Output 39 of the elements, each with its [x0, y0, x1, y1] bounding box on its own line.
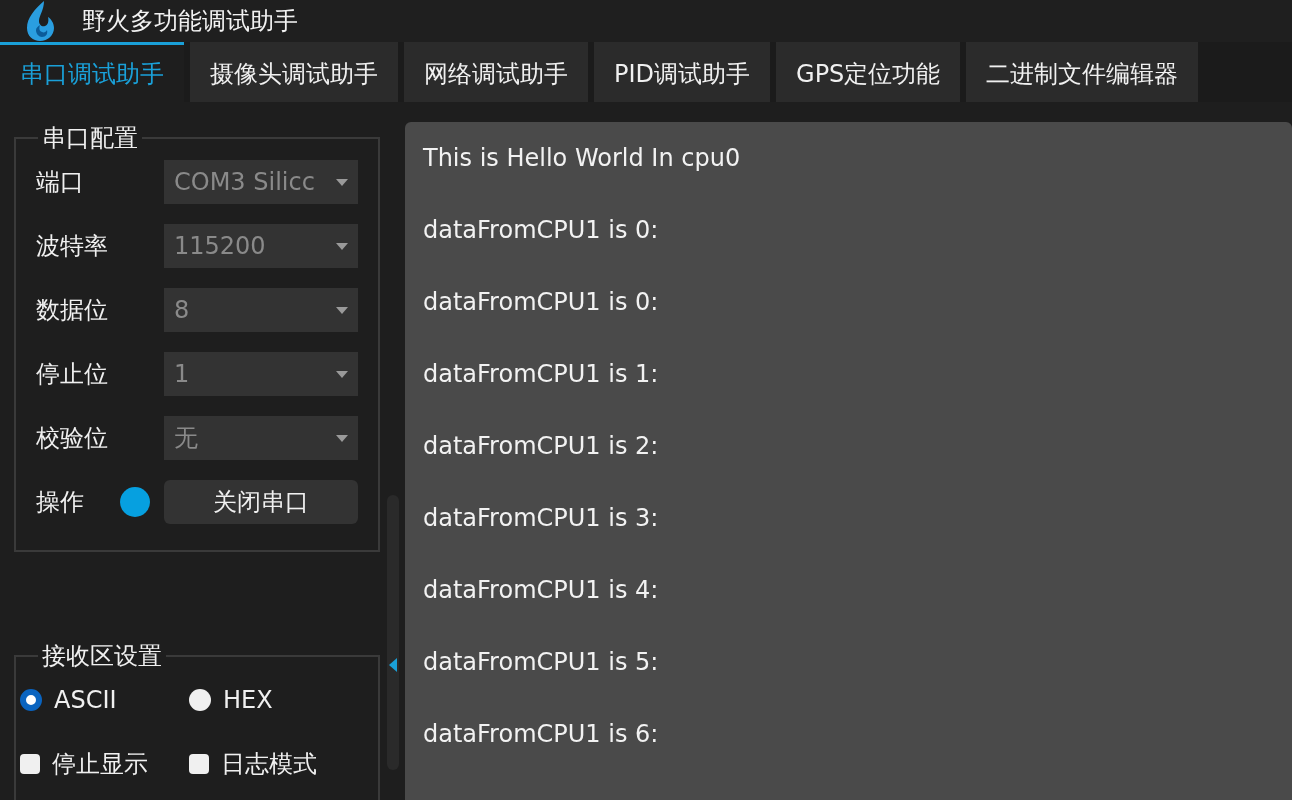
caret-icon — [336, 434, 348, 442]
collapse-arrow-icon[interactable] — [388, 658, 397, 672]
output-line: dataFromCPU1 is 3: — [423, 503, 660, 534]
tab[interactable]: 网络调试助手 — [404, 42, 588, 102]
window-title: 野火多功能调试助手 — [82, 6, 298, 37]
checkbox[interactable] — [189, 754, 209, 774]
tab[interactable]: 摄像头调试助手 — [190, 42, 398, 102]
output-line: dataFromCPU1 is 5: — [423, 647, 660, 678]
field-label: 端口 — [36, 167, 85, 198]
output-line: dataFromCPU1 is 1: — [423, 359, 660, 390]
group-title: 接收区设置 — [41, 644, 163, 668]
output-line: dataFromCPU1 is 0: — [423, 287, 660, 318]
checkbox[interactable] — [20, 754, 40, 774]
caret-icon — [336, 306, 348, 314]
radio-button[interactable] — [189, 689, 211, 711]
radio-button[interactable] — [20, 689, 42, 711]
caret-icon — [336, 178, 348, 186]
field-label: 波特率 — [36, 231, 109, 262]
caret-icon — [336, 242, 348, 250]
radio-label[interactable]: HEX — [223, 682, 273, 718]
tab[interactable]: 二进制文件编辑器 — [966, 42, 1199, 102]
tab[interactable]: GPS定位功能 — [776, 42, 961, 102]
caret-icon — [336, 370, 348, 378]
output-line: dataFromCPU1 is 6: — [423, 719, 660, 750]
field-label: 校验位 — [36, 423, 109, 454]
splitter-handle[interactable] — [386, 495, 399, 770]
output-line: This is Hello World In cpu0 — [423, 143, 742, 174]
field-label: 操作 — [36, 487, 85, 518]
field-label: 停止位 — [36, 359, 109, 390]
output-line: dataFromCPU1 is 2: — [423, 431, 660, 462]
group-title: 串口配置 — [41, 126, 139, 150]
output-line: dataFromCPU1 is 4: — [423, 575, 660, 606]
checkbox-label[interactable]: 停止显示 — [52, 746, 148, 782]
close-port-button[interactable]: 关闭串口 — [164, 480, 358, 524]
output-line: dataFromCPU1 is 0: — [423, 215, 660, 246]
tab[interactable]: PID调试助手 — [594, 42, 771, 102]
field-label: 数据位 — [36, 295, 109, 326]
checkbox-label[interactable]: 日志模式 — [221, 746, 317, 782]
radio-label[interactable]: ASCII — [54, 682, 117, 718]
